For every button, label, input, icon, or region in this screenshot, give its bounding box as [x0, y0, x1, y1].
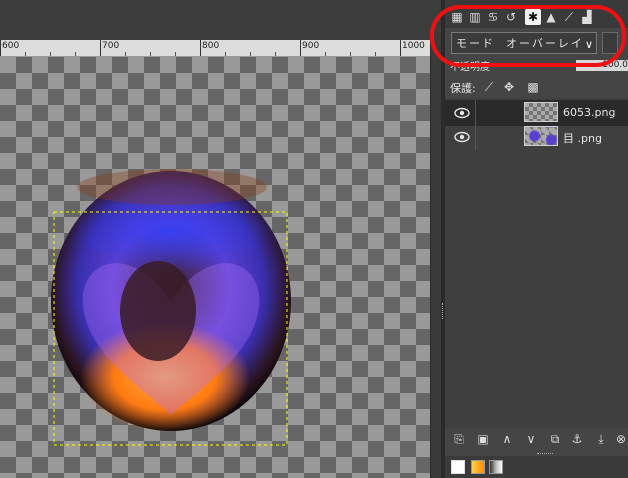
- ruler-label: 800: [202, 41, 220, 51]
- layers-dock: ▦ ▥ ♋ ↺ ✱ ▲ ⟋ ▟ モード オーバーレイ ∨ 不透明度 100.0 …: [445, 0, 628, 478]
- lock-alpha-icon[interactable]: ▩: [525, 79, 541, 95]
- gradient-chip-icon[interactable]: [489, 460, 503, 474]
- ruler-label: 900: [302, 41, 320, 51]
- eye-icon[interactable]: [453, 104, 471, 122]
- layer-thumbnail: [524, 102, 558, 122]
- layer-name[interactable]: 6053.png: [563, 106, 615, 119]
- ruler-label: 700: [102, 41, 120, 51]
- canvas-area[interactable]: 600 700 800 900 1000: [0, 0, 442, 478]
- layer-name[interactable]: 目 .png: [563, 130, 602, 146]
- ruler-label: 600: [2, 41, 20, 51]
- delete-layer-icon[interactable]: ⊗: [613, 431, 628, 447]
- layers-list: 6053.png 目 .png: [445, 98, 628, 428]
- raise-layer-icon[interactable]: ∧: [499, 431, 515, 447]
- layer-row[interactable]: 目 .png: [445, 124, 628, 150]
- horizontal-ruler: 600 700 800 900 1000: [0, 40, 430, 57]
- anchor-layer-icon[interactable]: ⚓: [569, 431, 585, 447]
- new-group-icon[interactable]: ▣: [475, 431, 491, 447]
- protect-label: 保護:: [450, 82, 476, 95]
- lock-position-icon[interactable]: ✥: [501, 79, 517, 95]
- red-highlight-circle: [430, 5, 626, 67]
- new-layer-icon[interactable]: ⎘: [451, 431, 467, 447]
- layer-thumbnail: [524, 126, 558, 146]
- lower-layer-icon[interactable]: ∨: [523, 431, 539, 447]
- merge-down-icon[interactable]: ⤓: [593, 431, 609, 447]
- pattern-chip-icon[interactable]: [471, 460, 485, 474]
- layer-toolbar: ⎘ ▣ ∧ ∨ ⧉ ⚓ ⤓ ⊗: [445, 428, 628, 450]
- eye-icon[interactable]: [453, 128, 471, 146]
- layer-row[interactable]: 6053.png: [445, 100, 628, 126]
- protect-row: 保護: ⟋ ✥ ▩: [445, 79, 628, 97]
- dock-bottom-bar: [445, 453, 628, 478]
- image-canvas[interactable]: [0, 57, 430, 478]
- brush-chip-icon[interactable]: [451, 460, 465, 474]
- orb-image: [51, 169, 291, 446]
- ruler-label: 1000: [402, 41, 425, 51]
- duplicate-layer-icon[interactable]: ⧉: [547, 431, 563, 447]
- lock-pixels-icon[interactable]: ⟋: [481, 79, 497, 95]
